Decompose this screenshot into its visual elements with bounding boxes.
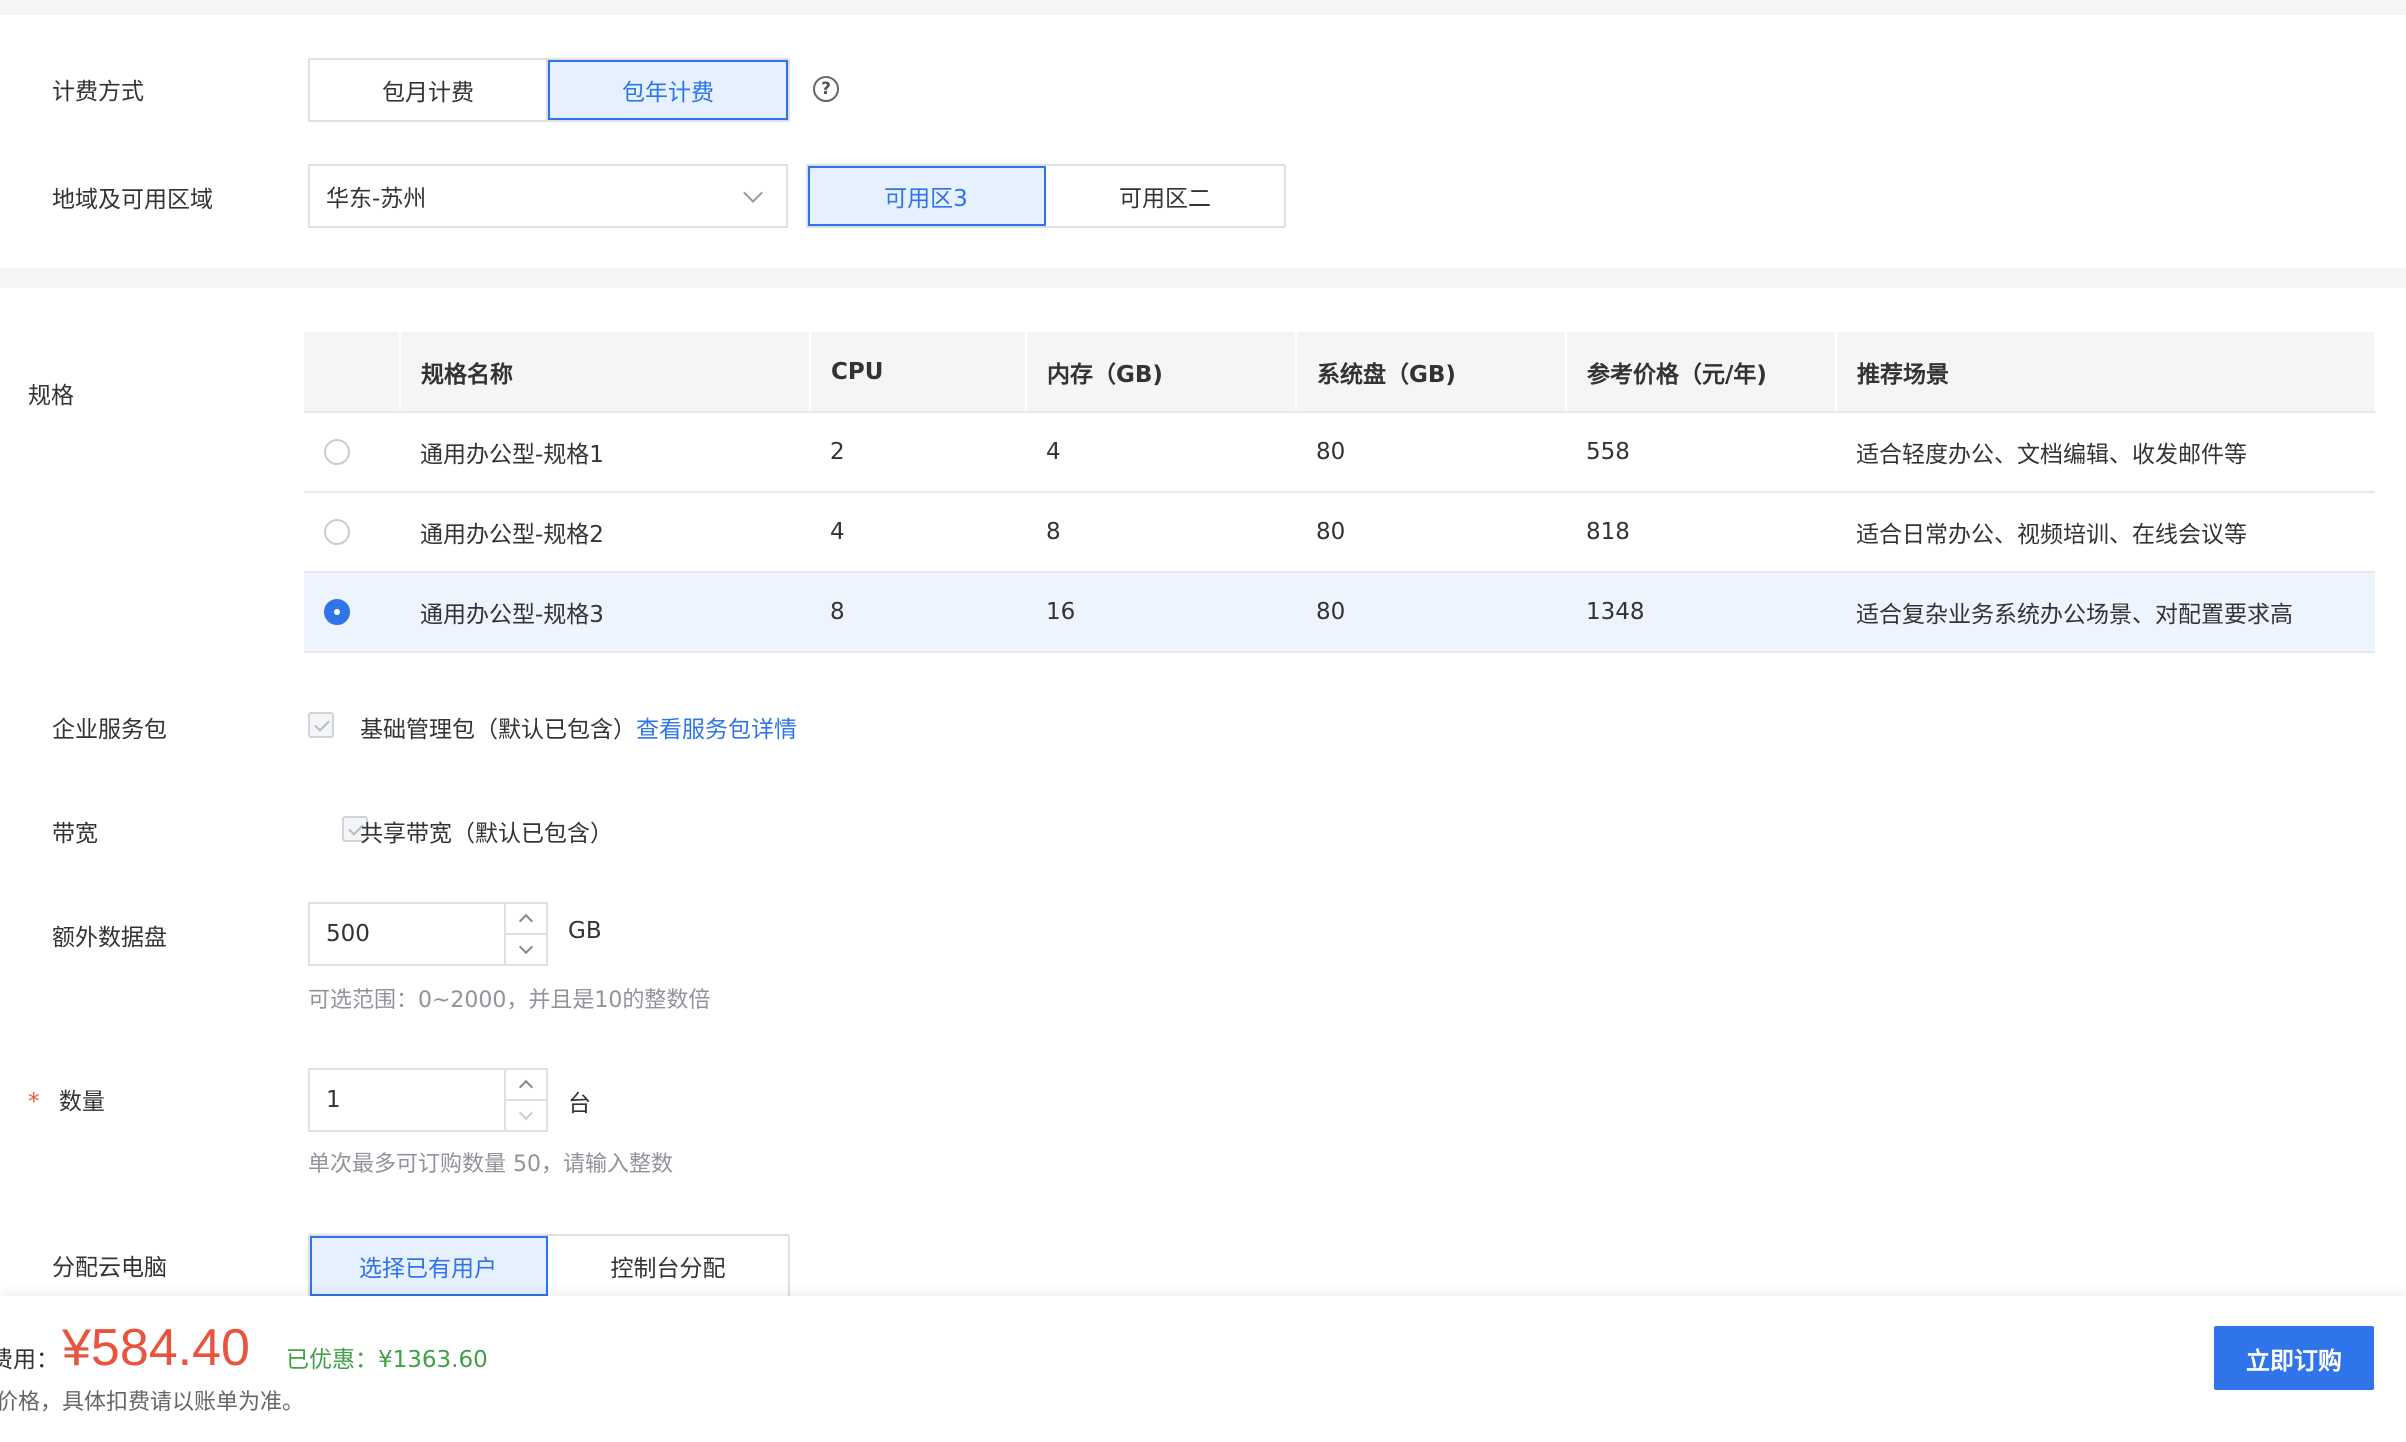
discount-label: 已优惠： bbox=[286, 1347, 378, 1373]
spec-price-cell: 558 bbox=[1566, 412, 1836, 493]
spec-scene-cell: 适合复杂业务系统办公场景、对配置要求高 bbox=[1836, 572, 2375, 653]
billing-label: 计费方式 bbox=[52, 79, 144, 105]
spec-radio-1[interactable] bbox=[324, 439, 350, 466]
header-spec-name: 规格名称 bbox=[400, 332, 811, 413]
spec-table-header: 规格名称 CPU 内存（GB) 系统盘（GB) 参考价格（元/年) 推荐场景 bbox=[304, 332, 2376, 413]
zone-selector: 可用区3 可用区二 bbox=[806, 164, 1286, 228]
spec-cpu-cell: 2 bbox=[810, 412, 1026, 493]
service-pack-checkbox bbox=[308, 712, 334, 738]
assign-existing-user-option[interactable]: 选择已有用户 bbox=[310, 1236, 548, 1296]
zone-option-2[interactable]: 可用区二 bbox=[1046, 166, 1284, 226]
quantity-label-row: * 数量 bbox=[28, 1082, 105, 1116]
spec-disk-cell: 80 bbox=[1296, 572, 1566, 653]
price-note: 价格，具体扣费请以账单为准。 bbox=[0, 1390, 305, 1415]
zone-option-3[interactable]: 可用区3 bbox=[808, 166, 1046, 226]
region-label: 地域及可用区域 bbox=[52, 187, 213, 213]
header-memory: 内存（GB) bbox=[1026, 332, 1297, 413]
bandwidth-label: 带宽 bbox=[52, 821, 98, 847]
data-disk-label: 额外数据盘 bbox=[52, 925, 167, 951]
assign-selector: 选择已有用户 控制台分配 bbox=[308, 1234, 790, 1298]
header-price: 参考价格（元/年) bbox=[1566, 332, 1837, 413]
spec-cpu-cell: 4 bbox=[810, 492, 1026, 573]
region-select-value: 华东-苏州 bbox=[326, 186, 427, 212]
discount-value: ¥1363.60 bbox=[378, 1347, 488, 1373]
quantity-label: 数量 bbox=[58, 1089, 105, 1115]
spec-name-cell: 通用办公型-规格2 bbox=[400, 492, 810, 573]
chevron-down-icon bbox=[518, 1105, 534, 1121]
spec-name-cell: 通用办公型-规格1 bbox=[400, 412, 810, 493]
quantity-increase-button[interactable] bbox=[506, 1070, 546, 1101]
chevron-down-icon bbox=[518, 939, 534, 955]
data-disk-hint: 可选范围：0~2000，并且是10的整数倍 bbox=[308, 988, 711, 1013]
spec-scene-cell: 适合日常办公、视频培训、在线会议等 bbox=[1836, 492, 2375, 573]
discount-row: 已优惠：¥1363.60 bbox=[286, 1340, 488, 1374]
spec-memory-cell: 8 bbox=[1026, 492, 1296, 573]
spec-name-cell: 通用办公型-规格3 bbox=[400, 572, 810, 653]
spec-radio-2[interactable] bbox=[324, 519, 350, 546]
bandwidth-text: 共享带宽（默认已包含） bbox=[360, 821, 613, 847]
spec-memory-cell: 4 bbox=[1026, 412, 1296, 493]
fee-label: 费用： bbox=[0, 1347, 59, 1373]
data-disk-decrease-button[interactable] bbox=[506, 935, 546, 964]
spec-table: 规格名称 CPU 内存（GB) 系统盘（GB) 参考价格（元/年) 推荐场景 通… bbox=[304, 332, 2376, 653]
header-system-disk: 系统盘（GB) bbox=[1296, 332, 1567, 413]
top-divider-band bbox=[0, 0, 2406, 15]
spec-memory-cell: 16 bbox=[1026, 572, 1296, 653]
data-disk-increase-button[interactable] bbox=[506, 904, 546, 935]
service-pack-details-link[interactable]: 查看服务包详情 bbox=[636, 717, 797, 743]
quantity-decrease-button[interactable] bbox=[506, 1101, 546, 1130]
region-select[interactable]: 华东-苏州 bbox=[308, 164, 788, 228]
billing-monthly-option[interactable]: 包月计费 bbox=[310, 60, 548, 120]
header-radio-col bbox=[304, 332, 401, 413]
chevron-down-icon bbox=[743, 183, 763, 203]
spec-row-3[interactable]: 通用办公型-规格3 8 16 80 1348 适合复杂业务系统办公场景、对配置要… bbox=[304, 572, 2375, 653]
spec-disk-cell: 80 bbox=[1296, 412, 1566, 493]
assign-console-option[interactable]: 控制台分配 bbox=[548, 1236, 788, 1296]
spec-price-cell: 818 bbox=[1566, 492, 1836, 573]
data-disk-stepper: 500 bbox=[308, 902, 548, 966]
total-price: ¥584.40 bbox=[62, 1319, 250, 1377]
spec-price-cell: 1348 bbox=[1566, 572, 1836, 653]
spec-disk-cell: 80 bbox=[1296, 492, 1566, 573]
chevron-up-icon bbox=[518, 913, 534, 929]
order-footer-bar: 费用： ¥584.40 已优惠：¥1363.60 价格，具体扣费请以账单为准。 … bbox=[0, 1296, 2406, 1442]
spec-row-1[interactable]: 通用办公型-规格1 2 4 80 558 适合轻度办公、文档编辑、收发邮件等 bbox=[304, 412, 2375, 493]
service-pack-label: 企业服务包 bbox=[52, 717, 167, 743]
spec-cpu-cell: 8 bbox=[810, 572, 1026, 653]
chevron-up-icon bbox=[518, 1079, 534, 1095]
spec-row-2[interactable]: 通用办公型-规格2 4 8 80 818 适合日常办公、视频培训、在线会议等 bbox=[304, 492, 2375, 573]
spec-radio-3[interactable] bbox=[324, 599, 350, 626]
required-mark: * bbox=[28, 1089, 40, 1115]
service-pack-text: 基础管理包（默认已包含） bbox=[360, 717, 636, 743]
quantity-stepper: 1 bbox=[308, 1068, 548, 1132]
data-disk-input[interactable]: 500 bbox=[310, 904, 504, 964]
header-scene: 推荐场景 bbox=[1836, 332, 2376, 413]
question-circle-icon[interactable]: ? bbox=[813, 76, 839, 102]
quantity-unit: 台 bbox=[568, 1091, 591, 1117]
quantity-hint: 单次最多可订购数量 50，请输入整数 bbox=[308, 1152, 673, 1177]
billing-mode-selector: 包月计费 包年计费 bbox=[308, 58, 790, 122]
header-cpu: CPU bbox=[810, 332, 1027, 413]
spec-scene-cell: 适合轻度办公、文档编辑、收发邮件等 bbox=[1836, 412, 2375, 493]
assign-label: 分配云电脑 bbox=[52, 1255, 167, 1281]
data-disk-unit: GB bbox=[568, 918, 602, 944]
spec-label: 规格 bbox=[28, 383, 74, 409]
quantity-input[interactable]: 1 bbox=[310, 1070, 504, 1130]
section-divider-band bbox=[0, 268, 2406, 288]
service-pack-row: 基础管理包（默认已包含）查看服务包详情 bbox=[360, 710, 797, 744]
buy-now-button[interactable]: 立即订购 bbox=[2214, 1326, 2374, 1390]
billing-yearly-option[interactable]: 包年计费 bbox=[548, 60, 788, 120]
